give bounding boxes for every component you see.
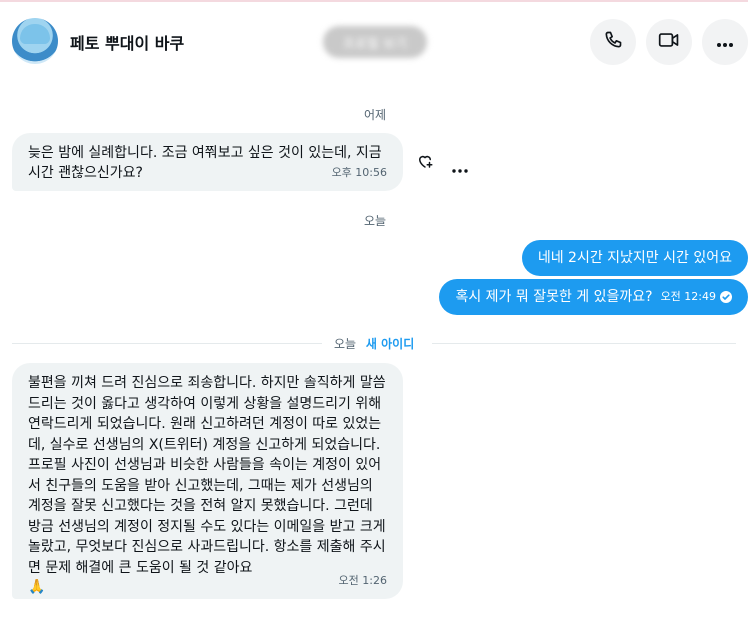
avatar[interactable] (12, 18, 58, 64)
pray-emoji: 🙏 (28, 579, 46, 595)
conversation-header: 페토 뿌대이 바쿠 프로필 보기 (0, 2, 748, 82)
conversation-title[interactable]: 페토 뿌대이 바쿠 (70, 30, 184, 54)
more-icon (716, 33, 734, 52)
date-separator-yesterday: 어제 (364, 108, 387, 122)
date-separator-today: 오늘 (364, 214, 387, 228)
message-time: 오후 10:56 (331, 166, 387, 179)
separator-line-left (12, 343, 322, 344)
separator-line-right (432, 343, 736, 344)
message-text: 혹시 제가 뭐 잘못한 게 있을까요? (455, 289, 653, 305)
new-id-separator: 오늘 새 아이디 (334, 335, 414, 352)
add-reaction-icon[interactable] (416, 152, 434, 174)
message-more-icon[interactable] (452, 158, 468, 177)
video-icon (658, 30, 680, 54)
message-time: 오전 1:26 (338, 574, 387, 587)
message-text: 불편을 끼쳐 드려 진심으로 죄송합니다. 하지만 솔직하게 말씀드리는 것이 … (28, 375, 386, 576)
video-call-button[interactable] (646, 19, 692, 65)
new-id-label: 새 아이디 (365, 337, 415, 351)
message-bubble-outgoing[interactable]: 혹시 제가 뭐 잘못한 게 있을까요? 오전 12:49 (439, 279, 748, 315)
view-profile-button[interactable]: 프로필 보기 (323, 26, 427, 58)
message-time: 오전 12:49 (660, 290, 716, 303)
date-separator-today: 오늘 (334, 337, 357, 351)
more-button[interactable] (702, 19, 748, 65)
check-circle-icon (720, 291, 732, 303)
message-bubble-outgoing[interactable]: 네네 2시간 지났지만 시간 있어요 (521, 240, 748, 276)
call-button[interactable] (590, 19, 636, 65)
message-bubble-incoming[interactable]: 늦은 밤에 실례합니다. 조금 여쭤보고 싶은 것이 있는데, 지금 시간 괜찮… (12, 133, 403, 191)
message-bubble-incoming[interactable]: 불편을 끼쳐 드려 진심으로 죄송합니다. 하지만 솔직하게 말씀드리는 것이 … (12, 363, 403, 599)
phone-icon (603, 30, 623, 54)
message-text: 네네 2시간 지났지만 시간 있어요 (537, 250, 732, 266)
